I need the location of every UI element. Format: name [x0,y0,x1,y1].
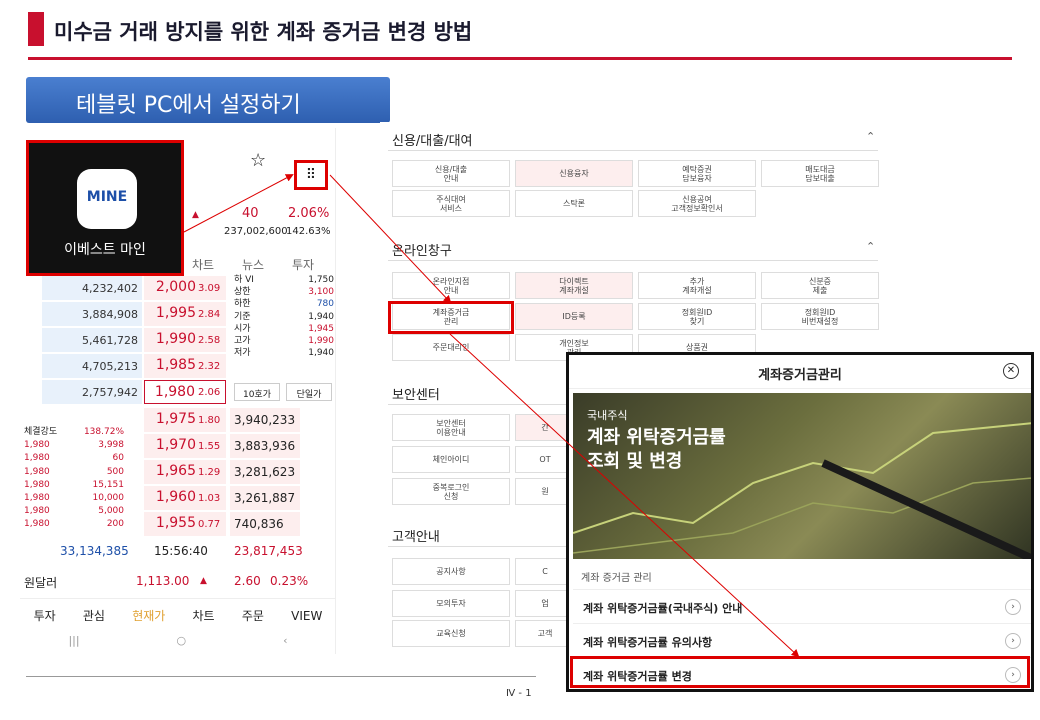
fx-label: 원달러 [24,576,58,590]
banner-subtitle: 국내주식 [587,409,628,422]
menu-credit-loan[interactable]: 신용융자 [515,160,633,187]
menu-dup-login[interactable]: 중복로그인 신청 [392,478,510,505]
menu-add-account[interactable]: 추가 계좌개설 [638,272,756,299]
menu-stock-lending[interactable]: 주식대여 서비스 [392,190,510,217]
home-icon[interactable]: ○ [177,634,187,654]
footer-line [26,676,536,677]
title-accent-bar [28,12,44,46]
grid-menu-icon[interactable]: ⠿ [294,160,328,190]
trade-list: 체결강도 138.72% 1,980 3,998 1,980 60 1,980 500 … [24,427,124,530]
recent-apps-icon[interactable]: ||| [68,634,79,654]
collapse-icon[interactable]: ⌃ [866,130,875,143]
back-icon[interactable]: ‹ [283,634,287,654]
bottom-tab-order[interactable]: 주문 [242,607,264,624]
section-title-online: 온라인창구 [392,244,452,259]
popup-title: 계좌증거금관리 [569,355,1031,389]
banner-title-line1: 계좌 위탁증거금률 [587,427,726,448]
menu-id-register[interactable]: ID등록 [515,303,633,330]
mine-app-icon[interactable]: MINE [77,169,137,229]
change-item-highlight [570,656,1030,688]
price-info-panel: 하 VI 1,750 상한 3,100 하한 780 기준 1,940 시가 1,945 … [234,275,334,359]
up-arrow-icon: ▲ [192,210,199,220]
tab-chart[interactable]: 차트 [192,256,214,273]
section-title-customer: 고객안내 [392,530,440,545]
total-bid: 33,134,385 [60,544,129,558]
popup-item-caution[interactable]: 계좌 위탁증거금률 유의사항 › [573,623,1031,657]
menu-sale-loan[interactable]: 매도대금 담보대출 [761,160,879,187]
menu-chain-id[interactable]: 체인아이디 [392,446,510,473]
fx-change: 2.60 [234,574,261,588]
chevron-right-icon: › [1005,633,1021,649]
mine-app-label: 이베스트 마인 [64,242,146,258]
bottom-tab-invest[interactable]: 투자 [34,607,56,624]
close-icon[interactable]: ✕ [1003,363,1019,379]
mine-app-highlight[interactable]: MINE 이베스트 마인 [26,140,184,276]
menu-credit-info[interactable]: 신용공여 고객정보확인서 [638,190,756,217]
menu-credit-guide[interactable]: 신용/대출 안내 [392,160,510,187]
fx-pct: 0.23% [270,574,309,588]
bottom-tab-chart[interactable]: 차트 [193,607,215,624]
page-number: Ⅳ - 1 [506,688,532,699]
menu-reset-pw[interactable]: 정회원ID 비번재설정 [761,303,879,330]
menu-direct-account[interactable]: 다이렉트 계좌개설 [515,272,633,299]
bottom-tab-watch[interactable]: 관심 [83,607,105,624]
page-title: 미수금 거래 방지를 위한 계좌 증거금 변경 방법 [54,20,473,44]
menu-id-submit[interactable]: 신분증 제출 [761,272,879,299]
tab-news[interactable]: 뉴스 [242,256,264,273]
menu-education[interactable]: 교육신청 [392,620,510,647]
popup-banner: 국내주식 계좌 위탁증거금률 조회 및 변경 [573,393,1031,559]
quote-time: 15:56:40 [154,544,208,558]
menu-mock-invest[interactable]: 모의투자 [392,590,510,617]
bottom-tab-current[interactable]: 현재가 [132,607,165,624]
section-title-security: 보안센터 [392,388,440,403]
total-ask: 23,817,453 [234,544,303,558]
subtitle-banner: 테블릿 PC에서 설정하기 [26,77,390,123]
margin-popup: 계좌증거금관리 ✕ 국내주식 계좌 위탁증거금률 조회 및 변경 계좌 증거금 … [566,352,1034,692]
popup-section-label: 계좌 증거금 관리 [581,573,652,584]
menu-online-branch[interactable]: 온라인지점 안내 [392,272,510,299]
android-nav-bar: ||| ○ ‹ [20,634,335,654]
margin-manage-highlight [388,301,514,334]
tab-invest[interactable]: 투자 [292,256,314,273]
ten-quote-button[interactable]: 10호가 [234,383,280,401]
section-title-credit: 신용/대출/대여 [392,134,473,149]
price-change-pct: 2.06% [288,206,330,221]
single-price-button[interactable]: 단일가 [286,383,332,401]
menu-find-id[interactable]: 정회원ID 찾기 [638,303,756,330]
bottom-tab-view[interactable]: VIEW [291,609,322,623]
title-underline [28,57,1012,60]
bottom-tab-bar: 투자 관심 현재가 차트 주문 VIEW [20,598,335,632]
banner-title-line2: 조회 및 변경 [587,451,683,472]
volume-pct: 142.63% [286,226,331,237]
menu-order-agent[interactable]: 주문대리인 [392,334,510,361]
banner-chart-graphic [573,422,1031,559]
collapse-icon[interactable]: ⌃ [866,240,875,253]
price-change: 40 [242,206,259,221]
star-icon[interactable]: ☆ [250,150,266,171]
chevron-right-icon: › [1005,599,1021,615]
menu-stock-loan[interactable]: 스탁론 [515,190,633,217]
popup-item-guide[interactable]: 계좌 위탁증거금률(국내주식) 안내 › [573,589,1031,623]
fx-value: 1,113.00 [136,574,190,588]
volume: 237,002,600 [224,226,288,237]
menu-notice[interactable]: 공지사항 [392,558,510,585]
menu-security-guide[interactable]: 보안센터 이용안내 [392,414,510,441]
fx-up-icon: ▲ [200,576,207,586]
menu-securities-loan[interactable]: 예탁증권 담보융자 [638,160,756,187]
